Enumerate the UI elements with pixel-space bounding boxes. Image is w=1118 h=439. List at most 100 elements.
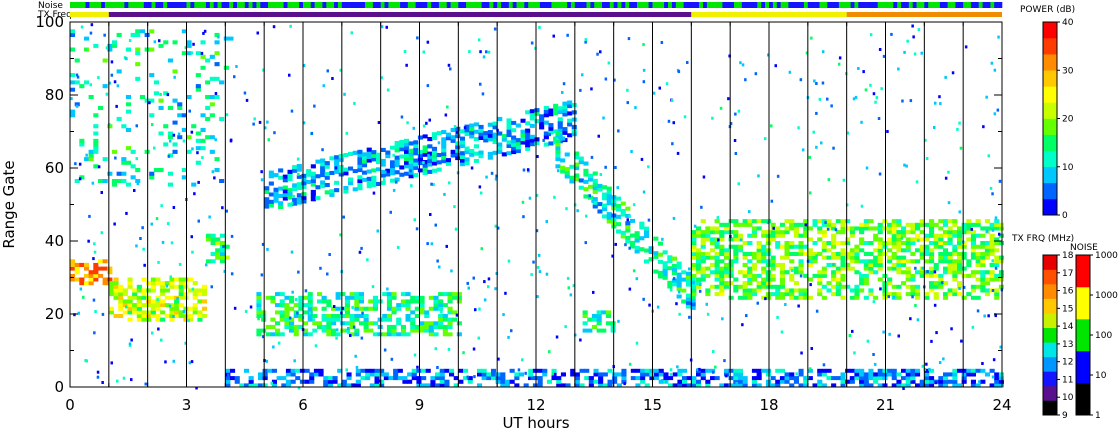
echo-cell xyxy=(139,95,145,99)
echo-cell xyxy=(284,314,290,318)
power-colorbar-title: POWER (dB) xyxy=(1020,5,1075,15)
echo-cell xyxy=(685,271,691,276)
echo-cell xyxy=(606,190,612,195)
echo-cell xyxy=(441,148,447,153)
echo-cell xyxy=(597,209,603,214)
noise-segment xyxy=(163,2,168,8)
colorbar-tick-label: 16 xyxy=(1062,287,1074,297)
echo-cell xyxy=(779,255,785,260)
echo-cell xyxy=(984,244,990,249)
echo-cell xyxy=(924,372,930,377)
colorbar-tick-label: 10 xyxy=(1062,163,1074,173)
echo-cell xyxy=(737,368,743,373)
echo-cell xyxy=(296,185,302,190)
echo-cell xyxy=(654,376,660,381)
echo-cell xyxy=(696,379,702,384)
scatter-dot xyxy=(900,236,904,240)
echo-cell xyxy=(947,233,953,238)
echo-cell xyxy=(620,201,626,206)
echo-cell xyxy=(102,157,108,162)
echo-cell xyxy=(310,189,316,194)
echo-cell xyxy=(770,273,776,278)
scatter-dot xyxy=(434,347,437,351)
echo-cell xyxy=(326,303,332,308)
echo-cell xyxy=(282,192,288,197)
echo-cell xyxy=(910,251,916,256)
noise-segment xyxy=(438,2,444,8)
scatter-dot xyxy=(205,263,208,267)
echo-cell xyxy=(789,288,795,293)
echo-cell xyxy=(742,241,748,246)
echo-cell xyxy=(396,332,402,337)
echo-cell xyxy=(868,251,874,256)
scatter-dot xyxy=(383,348,387,352)
echo-cell xyxy=(295,376,301,381)
scatter-dot xyxy=(75,73,79,77)
echo-cell xyxy=(582,314,588,318)
scatter-dot xyxy=(675,302,678,306)
scatter-dot xyxy=(634,106,637,110)
echo-cell xyxy=(667,258,673,263)
noise-segment xyxy=(454,2,459,8)
scatter-dot xyxy=(872,300,876,304)
echo-cell xyxy=(989,241,995,246)
echo-cell xyxy=(605,314,611,318)
echo-cell xyxy=(93,131,99,136)
echo-cell xyxy=(859,368,865,373)
echo-cell xyxy=(779,273,785,278)
echo-cell xyxy=(459,129,465,134)
scatter-dot xyxy=(632,203,636,207)
echo-cell xyxy=(696,277,702,282)
echo-cell xyxy=(195,131,201,136)
echo-cell xyxy=(705,255,711,260)
echo-cell xyxy=(160,292,166,297)
scatter-dot xyxy=(584,241,587,245)
echo-cell xyxy=(125,127,131,132)
scatter-dot xyxy=(930,339,933,343)
echo-cell xyxy=(606,212,612,217)
noise-segment xyxy=(850,2,855,8)
echo-cell xyxy=(653,236,659,241)
echo-cell xyxy=(296,164,302,169)
echo-cell xyxy=(896,379,902,384)
scatter-dot xyxy=(113,80,117,84)
echo-cell xyxy=(529,138,535,143)
echo-cell xyxy=(596,314,602,318)
echo-cell xyxy=(929,284,935,289)
echo-cell xyxy=(155,314,161,318)
echo-cell xyxy=(456,321,462,326)
scatter-dot xyxy=(225,113,229,117)
scatter-dot xyxy=(477,38,481,42)
echo-cell xyxy=(450,127,456,132)
scatter-dot xyxy=(130,378,133,382)
echo-cell xyxy=(396,303,402,308)
echo-cell xyxy=(431,157,437,162)
echo-cell xyxy=(405,292,411,297)
echo-cell xyxy=(410,328,416,333)
scatter-dot xyxy=(669,288,673,292)
noise-segment xyxy=(656,2,661,8)
echo-cell xyxy=(427,144,433,149)
echo-cell xyxy=(388,376,394,381)
echo-cell xyxy=(588,376,594,381)
scatter-dot xyxy=(190,235,193,239)
echo-cell xyxy=(905,273,911,278)
echo-cell xyxy=(649,372,655,377)
echo-cell xyxy=(719,281,725,286)
echo-cell xyxy=(849,248,855,253)
echo-cell xyxy=(705,266,711,271)
scatter-dot xyxy=(928,367,931,371)
scatter-dot xyxy=(616,186,619,190)
echo-cell xyxy=(696,259,702,264)
echo-cell xyxy=(859,230,865,235)
echo-cell xyxy=(882,284,888,289)
echo-cell xyxy=(431,154,437,159)
echo-cell xyxy=(511,120,517,125)
echo-cell xyxy=(915,259,921,264)
echo-cell xyxy=(135,29,141,34)
echo-cell xyxy=(70,113,76,118)
echo-cell xyxy=(859,288,865,293)
noise-segment xyxy=(182,2,187,8)
scatter-dot xyxy=(260,170,263,174)
echo-cell xyxy=(326,324,332,329)
